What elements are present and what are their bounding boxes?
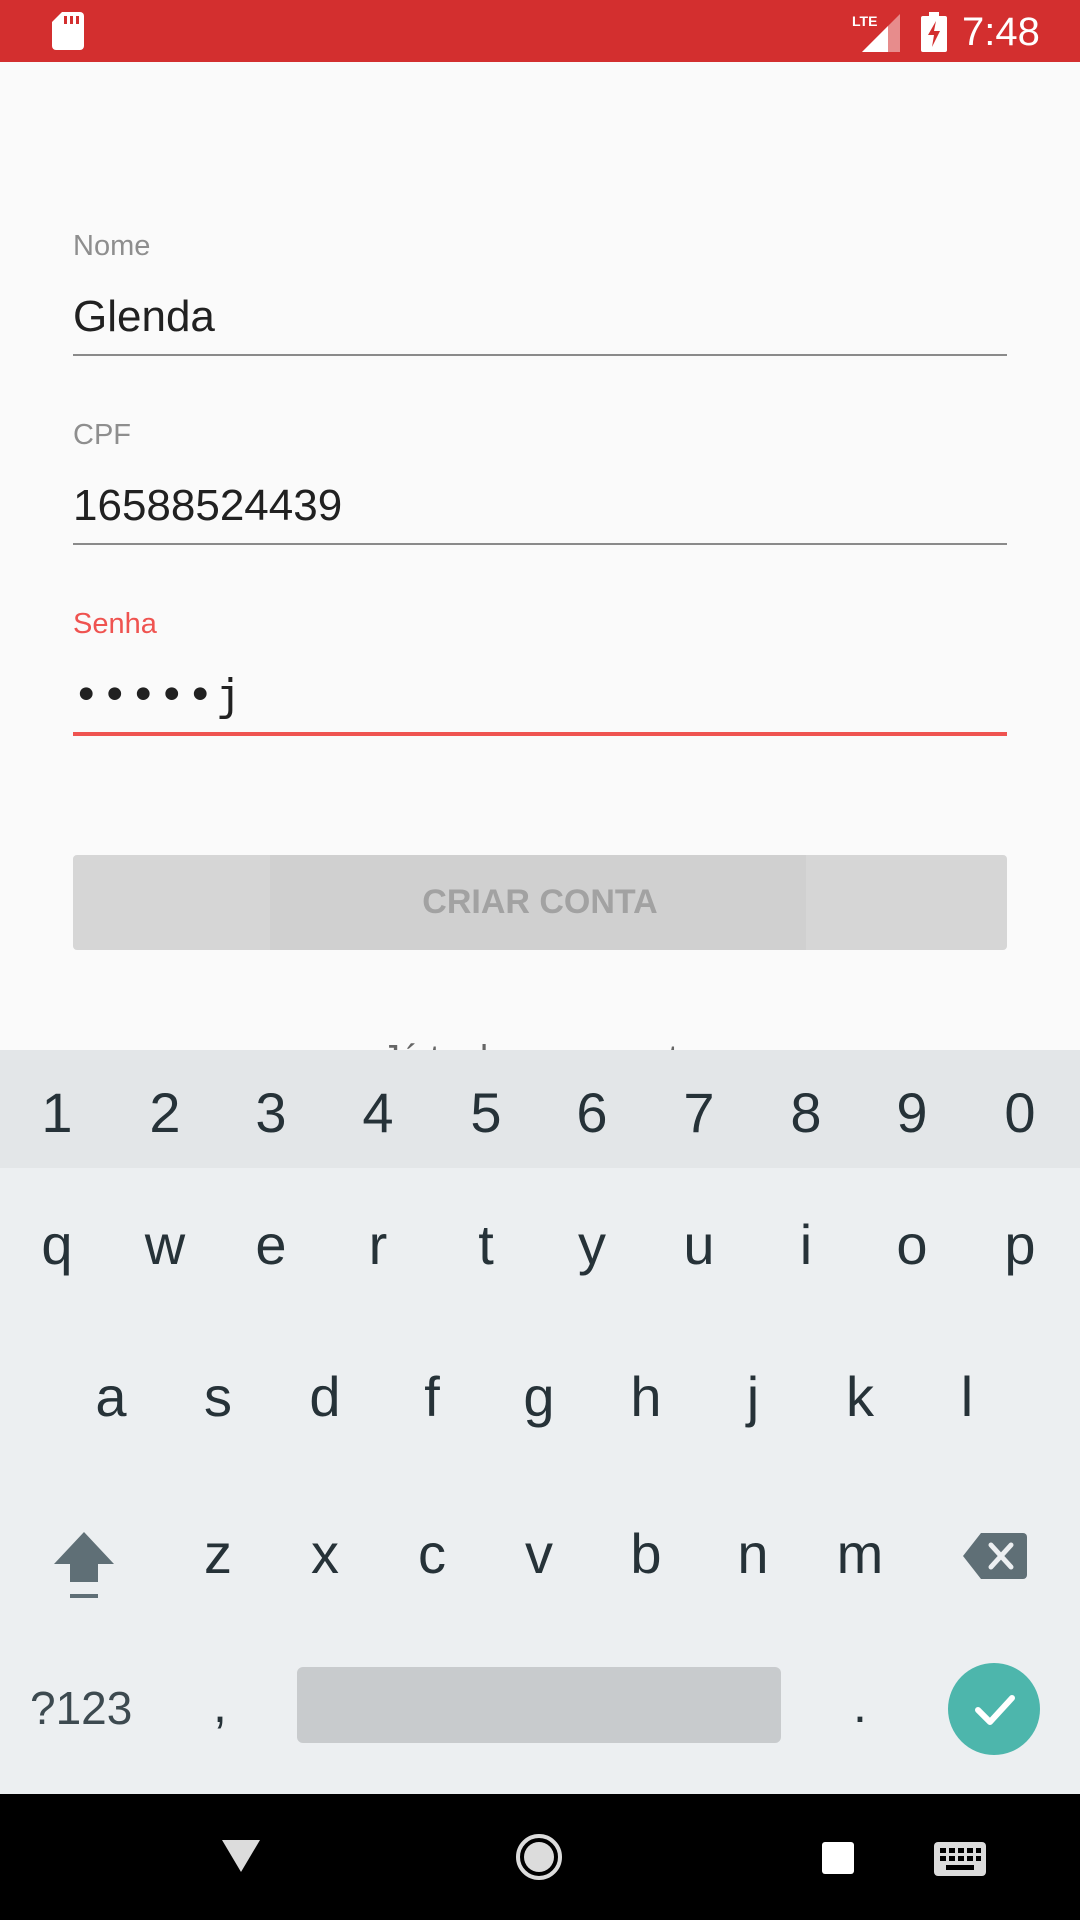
enter-key[interactable]: [948, 1663, 1040, 1755]
password-input[interactable]: •••••j: [73, 670, 244, 721]
lte-signal-icon: LTE: [852, 13, 900, 52]
key-v[interactable]: v: [489, 1519, 589, 1589]
password-field[interactable]: Senha •••••j: [73, 608, 1007, 740]
check-icon: [975, 1695, 1015, 1725]
status-bar: LTE 7:48: [0, 0, 1080, 62]
password-label: Senha: [73, 608, 157, 640]
key-9[interactable]: 9: [862, 1078, 962, 1148]
key-n[interactable]: n: [703, 1519, 803, 1589]
backspace-icon[interactable]: [963, 1533, 1027, 1579]
battery-charging-icon: [921, 12, 947, 52]
key-0[interactable]: 0: [970, 1078, 1070, 1148]
create-account-label: CRIAR CONTA: [422, 883, 658, 921]
key-h[interactable]: h: [596, 1362, 696, 1432]
key-m[interactable]: m: [810, 1519, 910, 1589]
key-7[interactable]: 7: [649, 1078, 749, 1148]
key-3[interactable]: 3: [221, 1078, 321, 1148]
key-i[interactable]: i: [756, 1210, 856, 1280]
login-link[interactable]: Já tenho uma conta: [0, 1030, 1080, 1050]
key-r[interactable]: r: [328, 1210, 428, 1280]
key-u[interactable]: u: [649, 1210, 749, 1280]
key-k[interactable]: k: [810, 1362, 910, 1432]
shift-icon[interactable]: [52, 1530, 116, 1602]
home-icon[interactable]: [515, 1833, 563, 1881]
key-j[interactable]: j: [703, 1362, 803, 1432]
key-6[interactable]: 6: [542, 1078, 642, 1148]
sd-card-icon: [52, 12, 84, 50]
key-4[interactable]: 4: [328, 1078, 428, 1148]
key-b[interactable]: b: [596, 1519, 696, 1589]
key-8[interactable]: 8: [756, 1078, 856, 1148]
key-c[interactable]: c: [382, 1519, 482, 1589]
key-5[interactable]: 5: [436, 1078, 536, 1148]
key-2[interactable]: 2: [115, 1078, 215, 1148]
comma-key[interactable]: ,: [200, 1676, 240, 1734]
key-a[interactable]: a: [61, 1362, 161, 1432]
key-x[interactable]: x: [275, 1519, 375, 1589]
key-l[interactable]: l: [917, 1362, 1017, 1432]
key-w[interactable]: w: [115, 1210, 215, 1280]
key-z[interactable]: z: [168, 1519, 268, 1589]
cpf-input[interactable]: 16588524439: [73, 481, 342, 531]
create-account-button[interactable]: CRIAR CONTA: [73, 855, 1007, 950]
cpf-label: CPF: [73, 419, 131, 451]
back-icon[interactable]: [222, 1840, 260, 1872]
key-f[interactable]: f: [382, 1362, 482, 1432]
name-field[interactable]: Nome Glenda: [73, 230, 1007, 360]
key-d[interactable]: d: [275, 1362, 375, 1432]
key-y[interactable]: y: [542, 1210, 642, 1280]
svg-text:LTE: LTE: [852, 13, 877, 29]
name-label: Nome: [73, 230, 151, 262]
symbols-key[interactable]: ?123: [30, 1681, 132, 1735]
key-g[interactable]: g: [489, 1362, 589, 1432]
key-o[interactable]: o: [862, 1210, 962, 1280]
key-e[interactable]: e: [221, 1210, 321, 1280]
key-t[interactable]: t: [436, 1210, 536, 1280]
cpf-underline: [73, 543, 1007, 545]
recents-icon[interactable]: [822, 1842, 854, 1874]
key-p[interactable]: p: [970, 1210, 1070, 1280]
cpf-field[interactable]: CPF 16588524439: [73, 419, 1007, 549]
password-underline: [73, 732, 1007, 736]
space-key[interactable]: [297, 1667, 781, 1743]
period-key[interactable]: .: [840, 1676, 880, 1734]
clock: 7:48: [962, 10, 1040, 54]
key-1[interactable]: 1: [7, 1078, 107, 1148]
key-s[interactable]: s: [168, 1362, 268, 1432]
key-q[interactable]: q: [7, 1210, 107, 1280]
keyboard-icon[interactable]: [934, 1842, 986, 1876]
name-input[interactable]: Glenda: [73, 292, 215, 342]
name-underline: [73, 354, 1007, 356]
